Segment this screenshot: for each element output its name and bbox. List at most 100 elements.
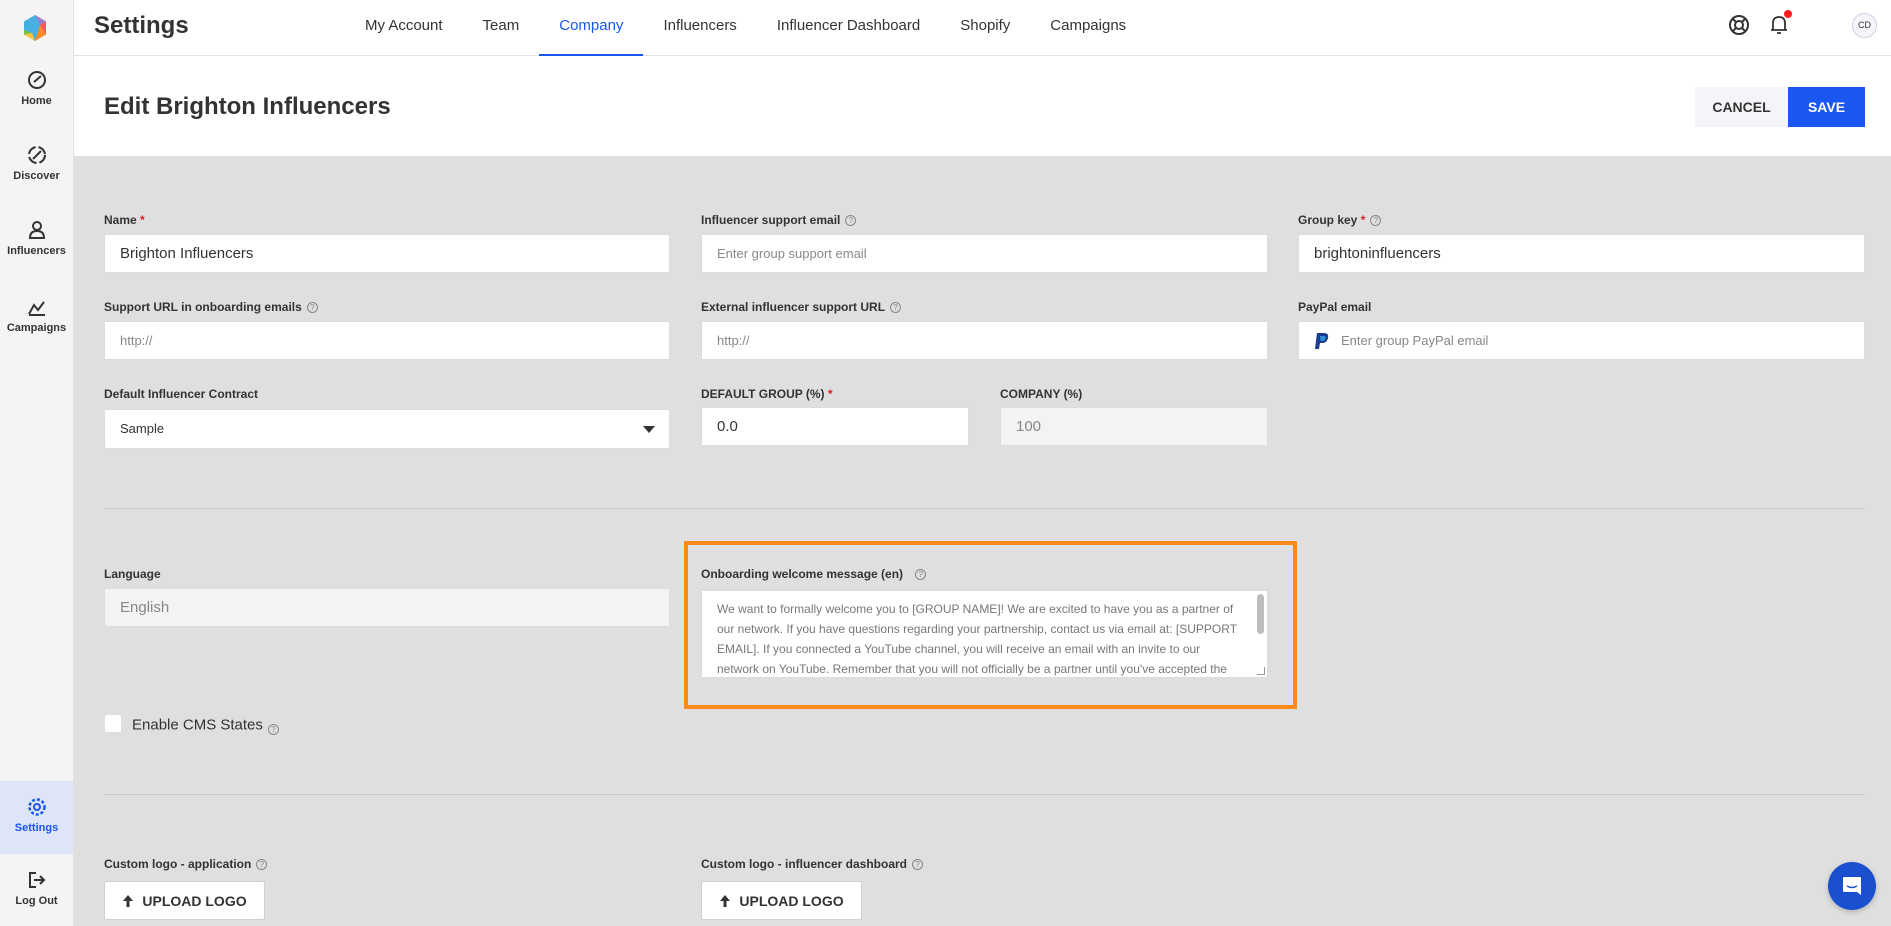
- save-button[interactable]: SAVE: [1788, 87, 1865, 127]
- sidebar-item-label: Discover: [13, 170, 60, 182]
- gauge-icon: [27, 71, 46, 89]
- language-label: Language: [104, 567, 161, 581]
- sidebar-item-settings[interactable]: Settings: [0, 781, 73, 854]
- required-marker: *: [1360, 213, 1366, 227]
- settings-tabs: My Account Team Company Influencers Infl…: [345, 0, 1146, 57]
- sidebar-item-influencers[interactable]: Influencers: [0, 220, 73, 270]
- paypal-icon: [1315, 333, 1329, 349]
- tab-influencer-dashboard[interactable]: Influencer Dashboard: [757, 0, 940, 56]
- resize-handle[interactable]: [1257, 667, 1265, 675]
- welcome-message-textarea[interactable]: We want to formally welcome you to [GROU…: [701, 590, 1268, 678]
- label-text: Custom logo - influencer dashboard: [701, 857, 908, 871]
- button-label: UPLOAD LOGO: [142, 892, 247, 909]
- paypal-placeholder: Enter group PayPal email: [1341, 333, 1489, 348]
- chart-icon: [27, 301, 45, 316]
- compass-icon: [27, 146, 46, 164]
- chat-icon: [1843, 877, 1861, 895]
- label-text: Enable CMS States: [132, 716, 263, 734]
- help-icon[interactable]: ?: [912, 859, 924, 871]
- lifebuoy-icon: [1729, 15, 1749, 35]
- label-text: Support URL in onboarding emails: [104, 300, 302, 314]
- external-url-input[interactable]: http://: [701, 321, 1268, 360]
- upload-logo-app-button[interactable]: UPLOAD LOGO: [104, 881, 265, 920]
- company-input: 100: [1000, 407, 1268, 446]
- sidebar-item-campaigns[interactable]: Campaigns: [0, 297, 73, 347]
- group-key-label: Group key *?: [1298, 213, 1382, 227]
- notifications-button[interactable]: [1769, 10, 1792, 41]
- help-icon[interactable]: ?: [915, 569, 927, 581]
- section-divider: [104, 794, 1865, 795]
- cms-states-label: Enable CMS States?: [132, 716, 279, 735]
- help-icon[interactable]: ?: [267, 724, 279, 735]
- app-logo[interactable]: [22, 14, 48, 42]
- arrow-up-icon: [720, 894, 731, 907]
- support-email-label: Influencer support email?: [701, 213, 857, 227]
- external-url-label: External influencer support URL?: [701, 300, 902, 314]
- page-header: Edit Brighton Influencers CANCEL SAVE: [74, 56, 1891, 156]
- avatar[interactable]: CD: [1852, 13, 1877, 38]
- help-icon[interactable]: ?: [890, 302, 902, 314]
- upload-logo-dashboard-button[interactable]: UPLOAD LOGO: [701, 881, 862, 920]
- sidebar-item-label: Settings: [14, 822, 59, 834]
- tab-my-account[interactable]: My Account: [345, 0, 463, 56]
- tab-team[interactable]: Team: [463, 0, 540, 56]
- chevron-down-icon: [643, 426, 655, 433]
- user-icon: [28, 221, 45, 239]
- required-marker: *: [827, 387, 833, 401]
- sidebar-item-label: Log Out: [15, 895, 58, 907]
- sidebar-item-label: Influencers: [7, 245, 66, 257]
- sidebar-item-label: Campaigns: [6, 322, 67, 334]
- language-input: English: [104, 588, 670, 627]
- help-icon[interactable]: ?: [256, 859, 268, 871]
- help-icon[interactable]: ?: [306, 302, 318, 314]
- logo-dashboard-label: Custom logo - influencer dashboard?: [701, 857, 924, 871]
- support-url-input[interactable]: http://: [104, 321, 670, 360]
- support-email-input[interactable]: Enter group support email: [701, 234, 1268, 273]
- sidebar: Home Discover Influencers Campaigns Sett…: [0, 0, 74, 926]
- group-key-input[interactable]: brightoninfluencers: [1298, 234, 1865, 273]
- section-divider: [104, 508, 1865, 509]
- sidebar-item-label: Home: [21, 95, 52, 107]
- arrow-up-icon: [123, 894, 134, 907]
- paypal-input[interactable]: Enter group PayPal email: [1298, 321, 1865, 360]
- name-label: Name *: [104, 213, 145, 227]
- sidebar-item-home[interactable]: Home: [0, 70, 73, 120]
- name-input[interactable]: Brighton Influencers: [104, 234, 670, 273]
- label-text: DEFAULT GROUP (%): [701, 387, 825, 401]
- support-url-label: Support URL in onboarding emails?: [104, 300, 318, 314]
- welcome-message-text: We want to formally welcome you to [GROU…: [717, 602, 1237, 676]
- logo-app-label: Custom logo - application?: [104, 857, 268, 871]
- tab-shopify[interactable]: Shopify: [940, 0, 1030, 56]
- sidebar-item-discover[interactable]: Discover: [0, 145, 73, 195]
- company-label: COMPANY (%): [1000, 387, 1083, 401]
- help-button[interactable]: [1728, 14, 1750, 41]
- label-text: External influencer support URL: [701, 300, 886, 314]
- default-group-input[interactable]: 0.0: [701, 407, 969, 446]
- gear-icon: [27, 798, 46, 816]
- tab-company[interactable]: Company: [539, 0, 644, 57]
- scrollbar[interactable]: [1257, 594, 1264, 634]
- cms-states-checkbox[interactable]: [105, 715, 121, 732]
- contract-value: Sample: [120, 421, 165, 436]
- label-text: Onboarding welcome message (en): [701, 567, 904, 581]
- chat-button[interactable]: [1828, 862, 1876, 910]
- page-title: Edit Brighton Influencers: [104, 93, 391, 120]
- button-label: UPLOAD LOGO: [739, 892, 844, 909]
- default-group-label: DEFAULT GROUP (%) *: [701, 387, 833, 401]
- notification-badge: [1784, 10, 1792, 18]
- label-text: Group key: [1298, 213, 1358, 227]
- welcome-message-label: Onboarding welcome message (en)?: [701, 567, 927, 581]
- label-text: Custom logo - application: [104, 857, 252, 871]
- tab-influencers[interactable]: Influencers: [643, 0, 756, 56]
- sidebar-item-logout[interactable]: Log Out: [0, 870, 73, 920]
- cancel-button[interactable]: CANCEL: [1695, 87, 1788, 127]
- app-title: Settings: [94, 12, 189, 39]
- label-text: Name: [104, 213, 137, 227]
- help-icon[interactable]: ?: [845, 215, 857, 227]
- logout-icon: [28, 872, 45, 888]
- contract-select[interactable]: Sample: [104, 409, 670, 449]
- required-marker: *: [140, 213, 145, 227]
- help-icon[interactable]: ?: [1370, 215, 1382, 227]
- tab-campaigns[interactable]: Campaigns: [1030, 0, 1146, 56]
- contract-label: Default Influencer Contract: [104, 387, 259, 401]
